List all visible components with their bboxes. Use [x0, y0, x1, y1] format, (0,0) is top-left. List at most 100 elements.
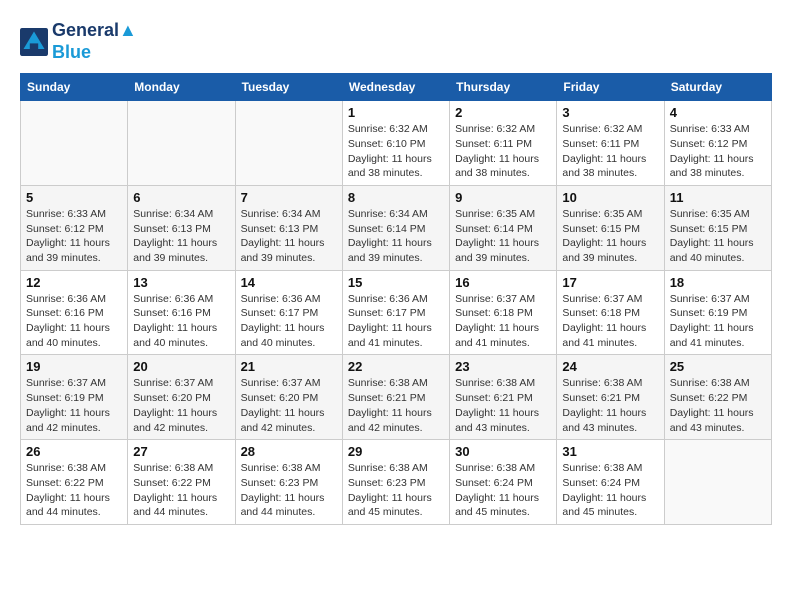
- day-number: 20: [133, 359, 229, 374]
- day-cell: [21, 101, 128, 186]
- day-number: 17: [562, 275, 658, 290]
- day-info: Sunrise: 6:38 AMSunset: 6:21 PMDaylight:…: [348, 376, 444, 435]
- day-number: 2: [455, 105, 551, 120]
- day-number: 7: [241, 190, 337, 205]
- day-info: Sunrise: 6:38 AMSunset: 6:22 PMDaylight:…: [26, 461, 122, 520]
- day-number: 13: [133, 275, 229, 290]
- weekday-sunday: Sunday: [21, 74, 128, 101]
- day-cell: 24 Sunrise: 6:38 AMSunset: 6:21 PMDayligh…: [557, 355, 664, 440]
- day-cell: 5Sunrise: 6:33 AMSunset: 6:12 PMDaylight…: [21, 185, 128, 270]
- day-cell: 14 Sunrise: 6:36 AMSunset: 6:17 PMDayligh…: [235, 270, 342, 355]
- day-cell: 11 Sunrise: 6:35 AMSunset: 6:15 PMDayligh…: [664, 185, 771, 270]
- day-info: Sunrise: 6:34 AMSunset: 6:14 PMDaylight:…: [348, 207, 444, 266]
- day-cell: 3Sunrise: 6:32 AMSunset: 6:11 PMDaylight…: [557, 101, 664, 186]
- day-cell: [235, 101, 342, 186]
- day-cell: 16Sunrise: 6:37 AMSunset: 6:18 PMDayligh…: [450, 270, 557, 355]
- day-number: 10: [562, 190, 658, 205]
- weekday-friday: Friday: [557, 74, 664, 101]
- day-number: 25: [670, 359, 766, 374]
- day-number: 15: [348, 275, 444, 290]
- week-row-3: 12 Sunrise: 6:36 AMSunset: 6:16 PMDayligh…: [21, 270, 772, 355]
- weekday-tuesday: Tuesday: [235, 74, 342, 101]
- day-info: Sunrise: 6:35 AMSunset: 6:15 PMDaylight:…: [562, 207, 658, 266]
- day-number: 28: [241, 444, 337, 459]
- day-number: 6: [133, 190, 229, 205]
- day-number: 30: [455, 444, 551, 459]
- day-cell: 26 Sunrise: 6:38 AMSunset: 6:22 PMDayligh…: [21, 440, 128, 525]
- logo-icon: [20, 28, 48, 56]
- day-number: 5: [26, 190, 122, 205]
- day-cell: 20 Sunrise: 6:37 AMSunset: 6:20 PMDayligh…: [128, 355, 235, 440]
- day-cell: 29 Sunrise: 6:38 AMSunset: 6:23 PMDayligh…: [342, 440, 449, 525]
- weekday-header-row: SundayMondayTuesdayWednesdayThursdayFrid…: [21, 74, 772, 101]
- logo: General▲ Blue: [20, 20, 137, 63]
- day-number: 23: [455, 359, 551, 374]
- day-info: Sunrise: 6:37 AMSunset: 6:19 PMDaylight:…: [670, 292, 766, 351]
- day-number: 11: [670, 190, 766, 205]
- day-cell: [128, 101, 235, 186]
- week-row-1: 1 Sunrise: 6:32 AMSunset: 6:10 PMDaylight…: [21, 101, 772, 186]
- day-cell: 28 Sunrise: 6:38 AMSunset: 6:23 PMDayligh…: [235, 440, 342, 525]
- day-info: Sunrise: 6:38 AMSunset: 6:21 PMDaylight:…: [562, 376, 658, 435]
- weekday-saturday: Saturday: [664, 74, 771, 101]
- day-info: Sunrise: 6:38 AMSunset: 6:22 PMDaylight:…: [133, 461, 229, 520]
- week-row-5: 26 Sunrise: 6:38 AMSunset: 6:22 PMDayligh…: [21, 440, 772, 525]
- day-number: 24: [562, 359, 658, 374]
- day-info: Sunrise: 6:32 AMSunset: 6:11 PMDaylight:…: [562, 122, 658, 181]
- week-row-2: 5Sunrise: 6:33 AMSunset: 6:12 PMDaylight…: [21, 185, 772, 270]
- day-info: Sunrise: 6:34 AMSunset: 6:13 PMDaylight:…: [133, 207, 229, 266]
- day-info: Sunrise: 6:36 AMSunset: 6:17 PMDaylight:…: [241, 292, 337, 351]
- day-cell: 7 Sunrise: 6:34 AMSunset: 6:13 PMDaylight…: [235, 185, 342, 270]
- day-info: Sunrise: 6:32 AMSunset: 6:11 PMDaylight:…: [455, 122, 551, 181]
- day-number: 27: [133, 444, 229, 459]
- day-cell: 22 Sunrise: 6:38 AMSunset: 6:21 PMDayligh…: [342, 355, 449, 440]
- day-cell: 8 Sunrise: 6:34 AMSunset: 6:14 PMDaylight…: [342, 185, 449, 270]
- day-cell: 19 Sunrise: 6:37 AMSunset: 6:19 PMDayligh…: [21, 355, 128, 440]
- day-number: 26: [26, 444, 122, 459]
- day-info: Sunrise: 6:37 AMSunset: 6:18 PMDaylight:…: [562, 292, 658, 351]
- day-cell: 10 Sunrise: 6:35 AMSunset: 6:15 PMDayligh…: [557, 185, 664, 270]
- day-cell: 13Sunrise: 6:36 AMSunset: 6:16 PMDayligh…: [128, 270, 235, 355]
- day-cell: 9Sunrise: 6:35 AMSunset: 6:14 PMDaylight…: [450, 185, 557, 270]
- day-info: Sunrise: 6:38 AMSunset: 6:23 PMDaylight:…: [348, 461, 444, 520]
- day-number: 9: [455, 190, 551, 205]
- day-number: 19: [26, 359, 122, 374]
- day-cell: 17 Sunrise: 6:37 AMSunset: 6:18 PMDayligh…: [557, 270, 664, 355]
- day-cell: 15 Sunrise: 6:36 AMSunset: 6:17 PMDayligh…: [342, 270, 449, 355]
- main-container: General▲ Blue SundayMondayTuesdayWednesd…: [0, 0, 792, 535]
- day-info: Sunrise: 6:38 AMSunset: 6:21 PMDaylight:…: [455, 376, 551, 435]
- weekday-wednesday: Wednesday: [342, 74, 449, 101]
- day-info: Sunrise: 6:35 AMSunset: 6:15 PMDaylight:…: [670, 207, 766, 266]
- day-info: Sunrise: 6:37 AMSunset: 6:20 PMDaylight:…: [241, 376, 337, 435]
- day-cell: 30Sunrise: 6:38 AMSunset: 6:24 PMDayligh…: [450, 440, 557, 525]
- day-number: 8: [348, 190, 444, 205]
- day-info: Sunrise: 6:36 AMSunset: 6:16 PMDaylight:…: [26, 292, 122, 351]
- day-number: 12: [26, 275, 122, 290]
- day-cell: 18 Sunrise: 6:37 AMSunset: 6:19 PMDayligh…: [664, 270, 771, 355]
- day-info: Sunrise: 6:36 AMSunset: 6:17 PMDaylight:…: [348, 292, 444, 351]
- day-cell: 27 Sunrise: 6:38 AMSunset: 6:22 PMDayligh…: [128, 440, 235, 525]
- calendar: SundayMondayTuesdayWednesdayThursdayFrid…: [20, 73, 772, 525]
- day-number: 4: [670, 105, 766, 120]
- day-number: 16: [455, 275, 551, 290]
- day-info: Sunrise: 6:32 AMSunset: 6:10 PMDaylight:…: [348, 122, 444, 181]
- day-info: Sunrise: 6:34 AMSunset: 6:13 PMDaylight:…: [241, 207, 337, 266]
- weekday-thursday: Thursday: [450, 74, 557, 101]
- day-cell: 23 Sunrise: 6:38 AMSunset: 6:21 PMDayligh…: [450, 355, 557, 440]
- day-number: 18: [670, 275, 766, 290]
- day-number: 29: [348, 444, 444, 459]
- weekday-monday: Monday: [128, 74, 235, 101]
- day-number: 14: [241, 275, 337, 290]
- day-number: 22: [348, 359, 444, 374]
- day-info: Sunrise: 6:33 AMSunset: 6:12 PMDaylight:…: [670, 122, 766, 181]
- day-info: Sunrise: 6:38 AMSunset: 6:23 PMDaylight:…: [241, 461, 337, 520]
- day-cell: [664, 440, 771, 525]
- day-number: 1: [348, 105, 444, 120]
- day-info: Sunrise: 6:38 AMSunset: 6:22 PMDaylight:…: [670, 376, 766, 435]
- day-cell: 4 Sunrise: 6:33 AMSunset: 6:12 PMDaylight…: [664, 101, 771, 186]
- day-cell: 21Sunrise: 6:37 AMSunset: 6:20 PMDayligh…: [235, 355, 342, 440]
- day-info: Sunrise: 6:37 AMSunset: 6:19 PMDaylight:…: [26, 376, 122, 435]
- day-info: Sunrise: 6:37 AMSunset: 6:20 PMDaylight:…: [133, 376, 229, 435]
- day-number: 31: [562, 444, 658, 459]
- day-cell: 1 Sunrise: 6:32 AMSunset: 6:10 PMDaylight…: [342, 101, 449, 186]
